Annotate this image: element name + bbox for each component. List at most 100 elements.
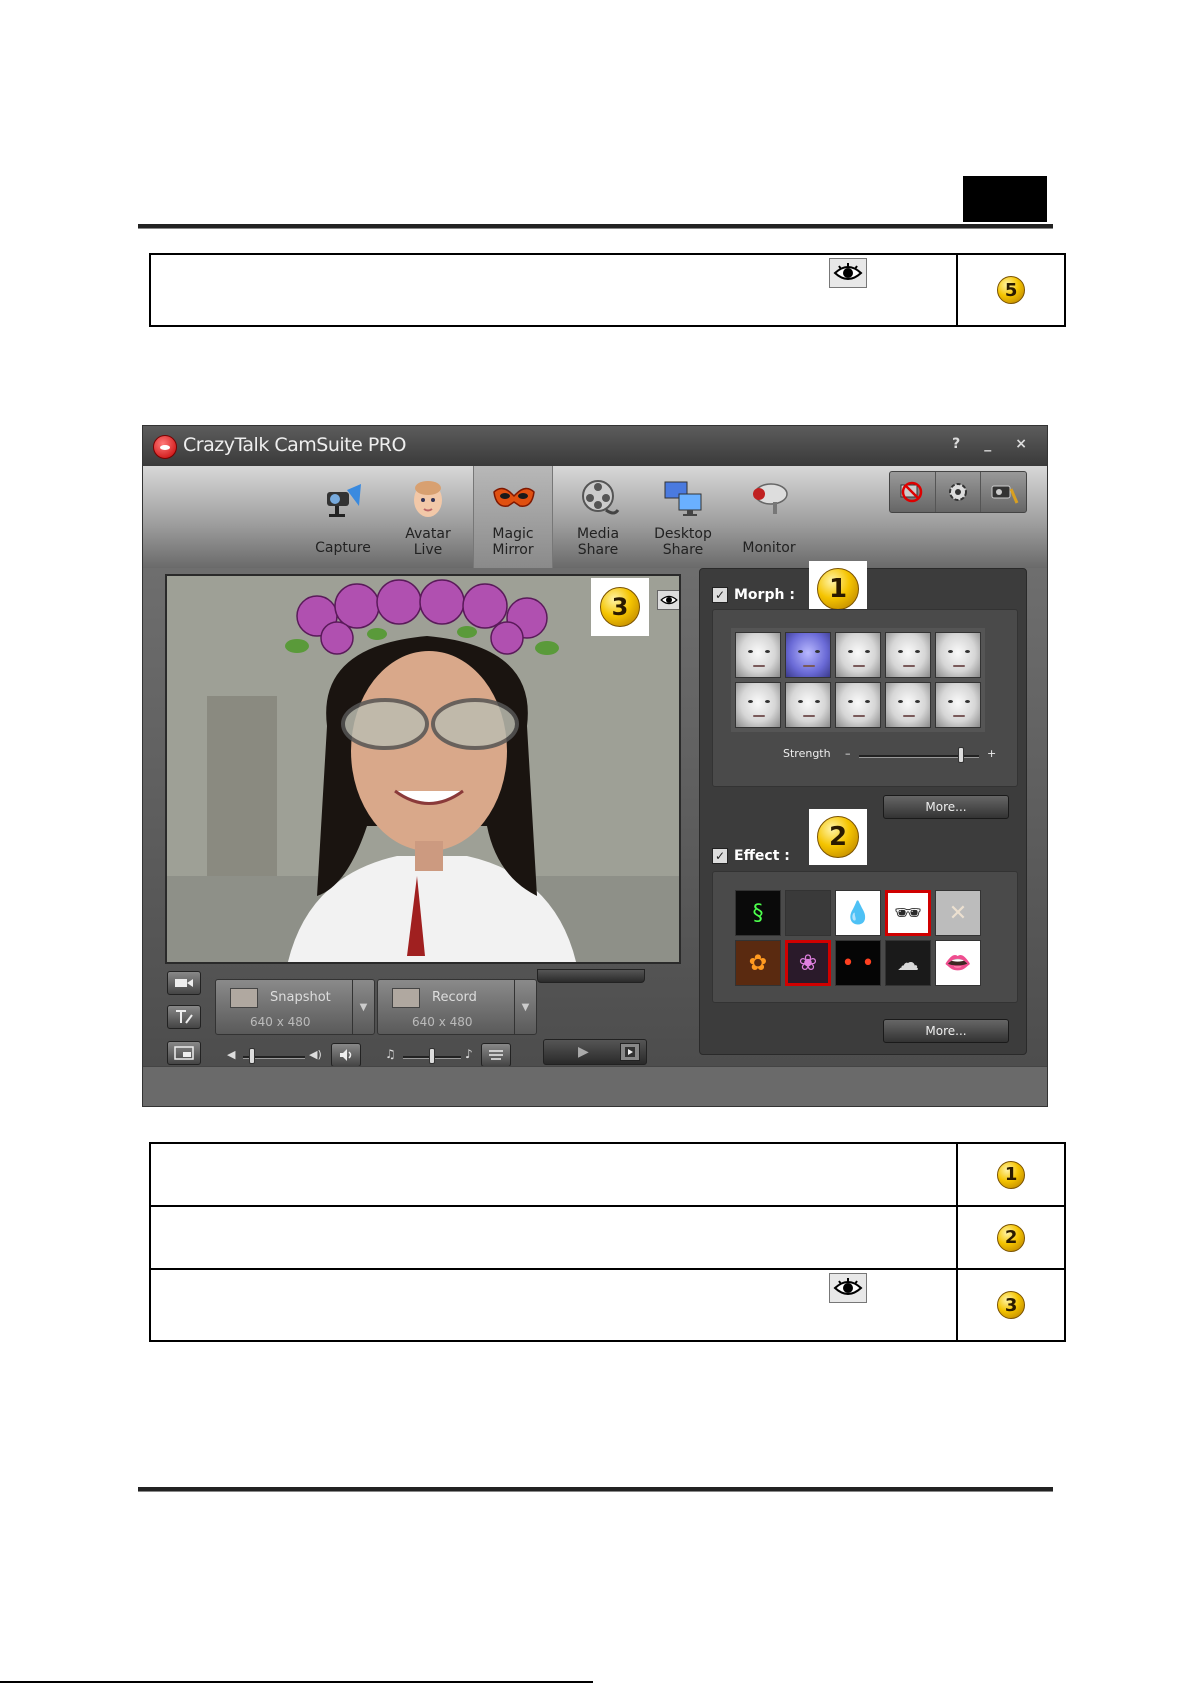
morph-face-thumbnail[interactable] xyxy=(885,682,931,728)
morph-checkbox[interactable]: ✓ xyxy=(712,587,728,603)
strength-slider-knob[interactable] xyxy=(958,747,964,763)
camera-settings-icon[interactable] xyxy=(981,472,1026,512)
smoke-face-icon[interactable]: ☁ xyxy=(885,940,931,986)
nav-label-line2: Mirror xyxy=(492,542,534,558)
nav-label: Monitor xyxy=(742,540,796,556)
picture-in-picture-button[interactable] xyxy=(167,1041,201,1065)
callout-badge-2: 2 xyxy=(809,809,867,865)
help-button[interactable]: ? xyxy=(952,436,960,452)
green-swirl-icon[interactable]: § xyxy=(735,890,781,936)
eye-icon xyxy=(829,1273,867,1303)
noise-texture-icon[interactable] xyxy=(785,890,831,936)
title-bar: CrazyTalk CamSuite PRO ? _ × xyxy=(143,426,1047,466)
audio-settings-button[interactable] xyxy=(481,1043,511,1067)
text-tool-icon xyxy=(176,1010,193,1024)
morph-header: ✓ Morph : xyxy=(712,581,795,609)
record-button[interactable]: Record 640 x 480 ▼ xyxy=(377,979,537,1035)
callout-description xyxy=(151,1270,959,1340)
gear-icon[interactable] xyxy=(936,472,982,512)
morph-face-thumbnail[interactable] xyxy=(735,632,781,678)
progress-tab xyxy=(537,969,645,983)
morph-face-thumbnail[interactable] xyxy=(785,632,831,678)
morph-panel: Strength – + xyxy=(712,609,1018,787)
nav-magic-mirror[interactable]: Magic Mirror xyxy=(473,466,553,568)
nav-label-line1: Desktop xyxy=(654,526,712,542)
volume-slider-knob[interactable] xyxy=(249,1048,256,1064)
morph-face-thumbnail[interactable] xyxy=(785,682,831,728)
effect-checkbox[interactable]: ✓ xyxy=(712,848,728,864)
morph-face-thumbnail[interactable] xyxy=(835,632,881,678)
window-controls: ? _ × xyxy=(952,436,1027,452)
glowing-eyes-icon[interactable]: • • xyxy=(835,940,881,986)
strength-plus-icon: + xyxy=(987,747,997,760)
mic-slider-knob[interactable] xyxy=(429,1048,435,1064)
video-source-button[interactable] xyxy=(167,971,201,995)
effect-title: Effect : xyxy=(734,848,790,864)
mute-button[interactable] xyxy=(331,1043,361,1067)
no-webcam-icon[interactable] xyxy=(890,472,936,512)
callout-description xyxy=(151,255,959,325)
bandage-icon[interactable]: ✕ xyxy=(935,890,981,936)
minimize-button[interactable]: _ xyxy=(984,436,991,452)
butterfly-mask-icon[interactable]: ✿ xyxy=(735,940,781,986)
callout-row: 5 xyxy=(151,255,1064,325)
nav-media-share[interactable]: Media Share xyxy=(558,466,638,568)
morph-face-thumbnail[interactable] xyxy=(935,682,981,728)
morph-face-thumbnail[interactable] xyxy=(885,632,931,678)
number-badge: 3 xyxy=(997,1291,1026,1319)
snapshot-resolution: 640 x 480 xyxy=(250,1015,311,1029)
nav-desktop-share[interactable]: Desktop Share xyxy=(643,466,723,568)
morph-more-button[interactable]: More... xyxy=(883,795,1009,819)
callout-number-cell: 1 xyxy=(958,1144,1064,1205)
security-camera-icon xyxy=(753,483,788,514)
footer-rule xyxy=(138,1487,1053,1492)
monitors-icon xyxy=(664,481,702,516)
media-library-icon[interactable] xyxy=(620,1043,640,1061)
close-button[interactable]: × xyxy=(1015,436,1027,452)
main-area: 3 Snapshot 640 x 480 ▼ Record 640 x 480 … xyxy=(143,561,1047,1106)
record-label: Record xyxy=(432,990,477,1005)
morph-thumbnails xyxy=(731,628,985,732)
nav-label-line1: Media xyxy=(576,526,620,542)
text-overlay-button[interactable] xyxy=(167,1005,201,1029)
film-reel-icon xyxy=(582,480,620,515)
chevron-down-icon[interactable]: ▼ xyxy=(514,980,536,1034)
number-badge: 1 xyxy=(997,1160,1026,1189)
callout-number-cell: 2 xyxy=(958,1207,1064,1268)
lips-logo-icon xyxy=(153,435,177,459)
morph-face-thumbnail[interactable] xyxy=(735,682,781,728)
chevron-down-icon[interactable]: ▼ xyxy=(352,980,374,1034)
record-resolution: 640 x 480 xyxy=(412,1015,473,1029)
callout-number-cell: 3 xyxy=(958,1270,1064,1340)
water-drop-icon[interactable]: 💧 xyxy=(835,890,881,936)
speaker-high-icon: ◀) xyxy=(309,1048,322,1061)
nav-avatar-live[interactable]: Avatar Live xyxy=(388,466,468,568)
mask-icon xyxy=(493,487,535,507)
nav-capture[interactable]: Capture xyxy=(303,466,383,568)
effect-panel: § 💧 🕶 ✕ ✿ ❀ • • ☁ 👄 xyxy=(712,871,1018,1003)
effect-header: ✓ Effect : xyxy=(712,842,790,870)
play-icon[interactable]: ▶ xyxy=(578,1044,589,1060)
morph-face-thumbnail[interactable] xyxy=(835,682,881,728)
flower-crown-icon[interactable]: ❀ xyxy=(785,940,831,986)
equalizer-icon xyxy=(489,1050,503,1060)
callout-table-top: 5 xyxy=(149,253,1066,327)
callout-badge-3: 3 xyxy=(591,578,649,636)
nav-monitor[interactable]: Monitor xyxy=(729,466,809,568)
callout-description xyxy=(151,1144,959,1205)
snapshot-button[interactable]: Snapshot 640 x 480 ▼ xyxy=(215,979,375,1035)
red-lips-icon[interactable]: 👄 xyxy=(935,940,981,986)
eye-icon[interactable] xyxy=(657,590,679,610)
nav-label-line2: Share xyxy=(577,542,619,558)
effect-thumbnails: § 💧 🕶 ✕ ✿ ❀ • • ☁ 👄 xyxy=(731,886,985,990)
header-rule xyxy=(138,224,1053,229)
number-badge: 5 xyxy=(997,276,1026,304)
strength-label: Strength xyxy=(783,747,831,760)
module-nav: Capture Avatar Live Magic Mirror Media S… xyxy=(143,466,1047,568)
sunglasses-icon[interactable]: 🕶 xyxy=(885,890,931,936)
video-preview: 3 xyxy=(165,574,681,964)
morph-face-thumbnail[interactable] xyxy=(935,632,981,678)
app-window: CrazyTalk CamSuite PRO ? _ × Capture Ava… xyxy=(142,425,1048,1107)
effect-more-button[interactable]: More... xyxy=(883,1019,1009,1043)
callout-description xyxy=(151,1207,959,1268)
